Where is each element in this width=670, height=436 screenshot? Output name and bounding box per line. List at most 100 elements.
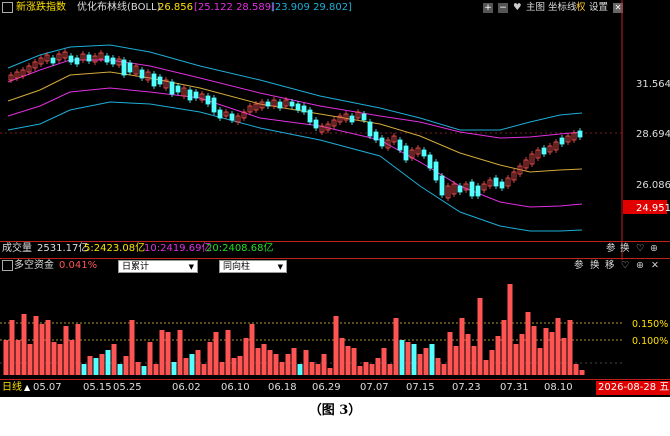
date-tick: 08.10: [544, 382, 573, 393]
candle-body: [265, 101, 271, 107]
capital-bar: [429, 344, 435, 375]
capital-bar: [411, 344, 417, 375]
capital-bar: [249, 324, 255, 375]
volume-zoom-icon[interactable]: ⊕: [650, 242, 658, 256]
date-tick: 07.07: [360, 382, 389, 393]
capital-bar: [387, 364, 393, 375]
capital-bar: [267, 350, 273, 375]
capital-bar: [195, 350, 201, 375]
capital-panel-header: 多空资金 0.041% 日累计 ▼ 同向柱 ▼ 参 换 移 ♡ ⊕ ✕: [0, 258, 670, 275]
candle-body: [121, 59, 127, 76]
current-date-label: 2026-08-28 五: [596, 381, 670, 395]
capital-bar: [333, 316, 339, 375]
capital-bar: [99, 354, 105, 375]
date-tick: 07.23: [452, 382, 481, 393]
candle-body: [193, 91, 199, 99]
capital-bar: [471, 346, 477, 375]
candles: [8, 49, 583, 201]
capital-bar: [75, 324, 81, 375]
volume-heart-icon[interactable]: ♡: [636, 242, 645, 256]
capital-bar: [285, 354, 291, 375]
capital-bar: [573, 364, 579, 375]
capital-zoom-icon[interactable]: ⊕: [636, 259, 644, 273]
candle-body: [104, 55, 110, 63]
candle-body: [74, 57, 80, 65]
capital-bar: [315, 364, 321, 375]
capital-bar: [207, 342, 213, 375]
candle-body: [211, 97, 217, 113]
capital-bar: [483, 360, 489, 375]
candle-body: [301, 105, 307, 113]
capital-bar: [3, 340, 9, 375]
volume-param-button[interactable]: 参: [606, 242, 616, 256]
capital-heart-icon[interactable]: ♡: [621, 259, 630, 273]
boll-bands: [7, 44, 583, 232]
capital-bar: [507, 284, 513, 375]
capital-bar: [111, 344, 117, 375]
capital-bar: [441, 364, 447, 375]
capital-axis-label-1: 0.150%: [632, 319, 668, 330]
candle-body: [139, 69, 145, 79]
capital-close-icon[interactable]: ✕: [651, 259, 659, 273]
candle-body: [187, 89, 193, 101]
candle-body: [403, 145, 409, 161]
capital-label[interactable]: 多空资金: [14, 259, 54, 273]
candle-body: [277, 101, 283, 109]
capital-bar: [465, 334, 471, 375]
candle-body: [439, 175, 445, 196]
period-label[interactable]: 日线: [2, 381, 22, 395]
bar-style-select[interactable]: 同向柱 ▼: [219, 260, 287, 273]
capital-bar: [201, 364, 207, 375]
capital-bar: [489, 350, 495, 375]
capital-bar: [237, 356, 243, 375]
capital-bar: [459, 318, 465, 375]
accumulation-select[interactable]: 日累计 ▼: [118, 260, 198, 273]
candle-body: [307, 109, 313, 123]
volume-label[interactable]: 成交量: [2, 242, 32, 256]
capital-bar: [543, 328, 549, 375]
capital-bar: [567, 320, 573, 375]
capital-axis-label-2: 0.100%: [632, 336, 668, 347]
accumulation-select-value: 日累计: [122, 262, 150, 272]
capital-bar: [243, 338, 249, 375]
capital-bar: [345, 346, 351, 375]
volume-ma20: 20:2408.68亿: [206, 243, 274, 254]
capital-bar: [57, 344, 63, 375]
date-tick: 06.02: [172, 382, 201, 393]
volume-switch-button[interactable]: 换: [620, 242, 630, 256]
capital-bar: [579, 370, 585, 375]
capital-chart[interactable]: 0.150% 0.100%: [0, 274, 670, 379]
date-tick: 07.15: [406, 382, 435, 393]
candle-body: [433, 161, 439, 181]
candle-body: [577, 130, 583, 138]
price-axis-label-3: 26.086: [636, 180, 670, 191]
capital-bar: [297, 364, 303, 375]
capital-bar: [363, 362, 369, 375]
capital-bar: [501, 320, 507, 375]
candle-body: [68, 55, 74, 63]
capital-bar: [537, 348, 543, 375]
capital-switch-button[interactable]: 换: [590, 259, 600, 273]
bar-style-select-value: 同向柱: [223, 262, 251, 272]
capital-value: 0.041%: [59, 260, 98, 271]
chevron-down-icon: ▼: [277, 263, 283, 271]
capital-move-button[interactable]: 移: [605, 259, 615, 273]
capital-bar: [447, 332, 453, 375]
capital-bar: [255, 348, 261, 375]
candle-body: [50, 57, 56, 64]
capital-bar: [225, 330, 231, 375]
capital-bar: [117, 364, 123, 375]
current-price-label: 24.951: [636, 203, 670, 214]
figure-caption: （图 3）: [308, 403, 362, 418]
capital-bar: [51, 342, 57, 375]
capital-bar: [261, 344, 267, 375]
capital-bar: [69, 340, 75, 375]
capital-bar: [123, 356, 129, 375]
capital-bar: [531, 326, 537, 375]
capital-param-button[interactable]: 参: [574, 259, 584, 273]
volume-ma5: 5:2423.08亿: [84, 243, 146, 254]
capital-bar: [357, 366, 363, 375]
price-axis-label-1: 31.564: [636, 79, 670, 90]
capital-bar: [159, 330, 165, 375]
price-chart[interactable]: 31.564 28.694 26.086 24.951: [0, 0, 670, 260]
